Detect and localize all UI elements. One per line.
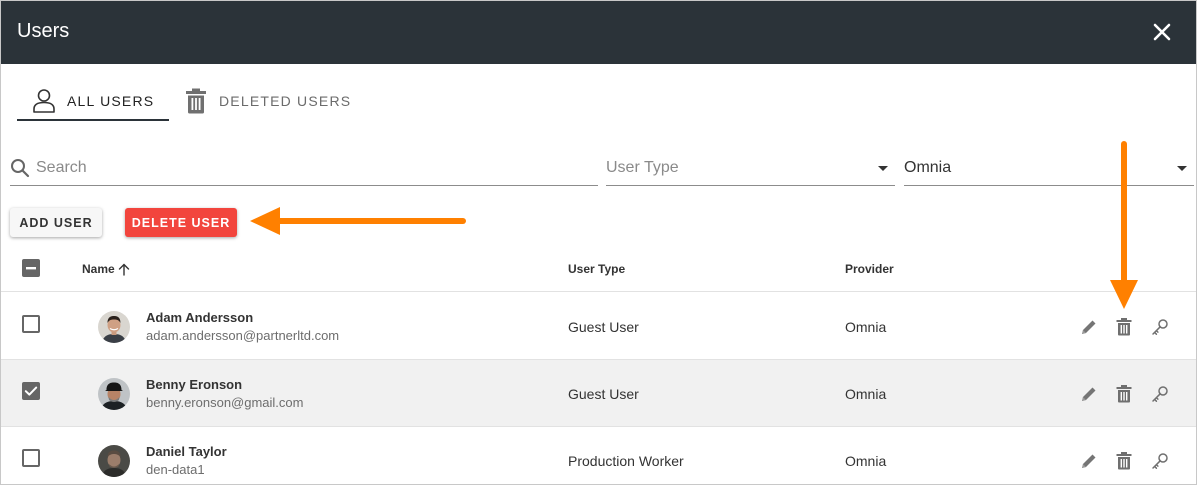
sort-ascending-icon: [118, 263, 129, 276]
avatar: [98, 311, 130, 343]
user-name: Daniel Taylor: [146, 444, 227, 459]
checkmark-icon: [24, 386, 38, 396]
user-type-cell: Guest User: [568, 386, 639, 402]
edit-button[interactable]: [1079, 317, 1099, 337]
edit-button[interactable]: [1079, 384, 1099, 404]
column-header-name[interactable]: Name: [82, 262, 130, 276]
user-email: benny.eronson@gmail.com: [146, 395, 304, 410]
tab-deleted-users-label: DELETED USERS: [219, 93, 352, 109]
table-row: Adam Andersson adam.andersson@partnerltd…: [1, 293, 1196, 360]
active-tab-indicator: [17, 119, 169, 121]
reset-password-button[interactable]: [1150, 451, 1170, 471]
user-type-cell: Production Worker: [568, 453, 684, 469]
user-type-cell: Guest User: [568, 319, 639, 335]
pencil-icon: [1082, 387, 1096, 401]
tab-all-users[interactable]: ALL USERS: [17, 81, 169, 121]
avatar: [98, 445, 130, 477]
key-icon: [1152, 319, 1168, 335]
table-row: Benny Eronson benny.eronson@gmail.com Gu…: [1, 360, 1196, 427]
pencil-icon: [1082, 454, 1096, 468]
pencil-icon: [1082, 320, 1096, 334]
trash-icon: [1116, 318, 1132, 336]
user-email: den-data1: [146, 462, 205, 477]
reset-password-button[interactable]: [1150, 384, 1170, 404]
user-name: Benny Eronson: [146, 377, 243, 392]
user-type-select-label: User Type: [606, 159, 679, 176]
trash-icon: [181, 88, 211, 114]
avatar: [98, 378, 130, 410]
delete-button[interactable]: [1114, 451, 1134, 471]
dialog-title: Users: [17, 20, 70, 42]
dropdown-arrow-icon: [1177, 165, 1187, 171]
provider-cell: Omnia: [845, 319, 887, 335]
user-name: Adam Andersson: [146, 310, 254, 325]
select-all-checkbox[interactable]: [22, 259, 40, 277]
table-row: Daniel Taylor den-data1 Production Worke…: [1, 427, 1196, 484]
provider-cell: Omnia: [845, 386, 887, 402]
trash-icon: [1116, 452, 1132, 470]
search-field: [10, 151, 598, 186]
key-icon: [1152, 453, 1168, 469]
person-icon: [29, 88, 59, 114]
delete-button[interactable]: [1114, 317, 1134, 337]
indeterminate-icon: [26, 267, 36, 270]
close-button[interactable]: [1148, 18, 1176, 46]
trash-icon: [1116, 385, 1132, 403]
table-header: Name User Type Provider: [1, 246, 1196, 292]
provider-select-value: Omnia: [904, 159, 952, 176]
reset-password-button[interactable]: [1150, 317, 1170, 337]
column-header-user-type[interactable]: User Type: [568, 262, 625, 276]
add-user-button[interactable]: ADD USER: [10, 208, 102, 237]
annotation-arrow-delete-user: [250, 207, 466, 235]
key-icon: [1152, 386, 1168, 402]
column-header-name-label: Name: [82, 262, 115, 276]
search-icon: [10, 158, 30, 178]
delete-button[interactable]: [1114, 384, 1134, 404]
row-checkbox[interactable]: [22, 315, 40, 333]
search-input[interactable]: [36, 159, 598, 177]
close-icon: [1153, 23, 1171, 41]
tab-all-users-label: ALL USERS: [67, 93, 155, 109]
user-email: adam.andersson@partnerltd.com: [146, 328, 340, 343]
user-type-select[interactable]: User Type: [606, 151, 895, 186]
row-checkbox[interactable]: [22, 449, 40, 467]
provider-cell: Omnia: [845, 453, 887, 469]
row-checkbox[interactable]: [22, 382, 40, 400]
provider-select[interactable]: Omnia: [904, 151, 1194, 186]
users-dialog: Users ALL USERS DELETED USERS Search Use…: [0, 0, 1197, 485]
dialog-titlebar: Users: [1, 1, 1196, 64]
edit-button[interactable]: [1079, 451, 1099, 471]
delete-user-button[interactable]: DELETE USER: [125, 208, 237, 237]
column-header-provider[interactable]: Provider: [845, 262, 894, 276]
dropdown-arrow-icon: [878, 165, 888, 171]
tab-deleted-users[interactable]: DELETED USERS: [181, 81, 361, 121]
